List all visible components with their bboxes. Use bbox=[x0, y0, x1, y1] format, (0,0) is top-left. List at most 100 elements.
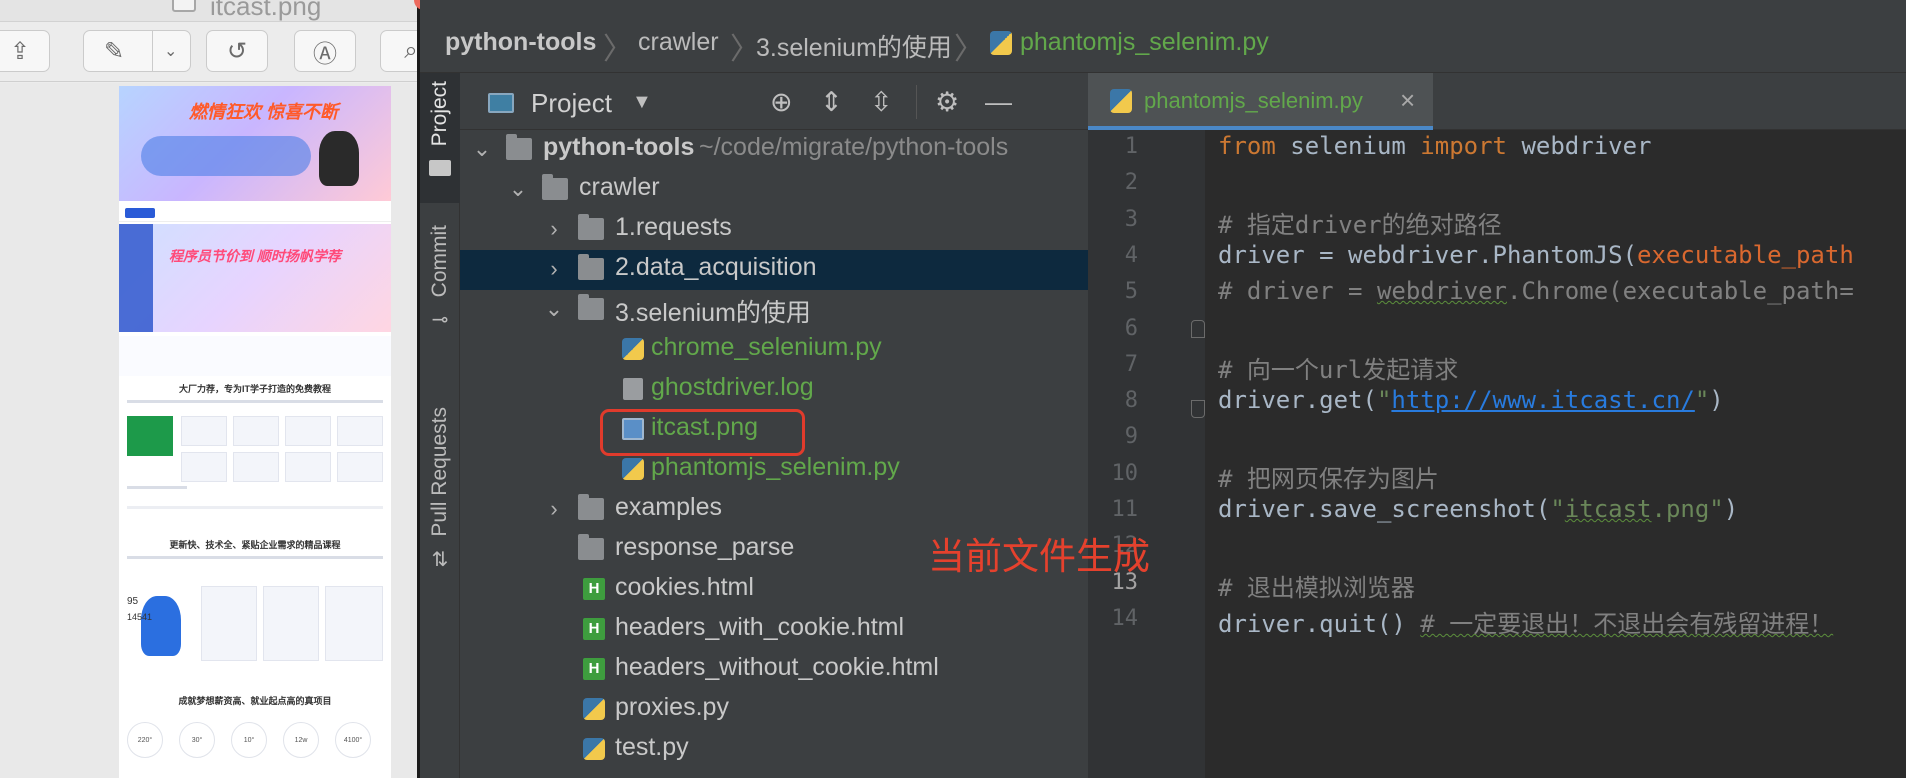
tab-project[interactable]: Project bbox=[420, 73, 460, 203]
code-line[interactable]: # 把网页保存为图片 bbox=[1218, 459, 1439, 494]
tree-item-label: 2.data_acquisition bbox=[615, 253, 817, 281]
tab-pull-requests[interactable]: Pull Requests ⇅ bbox=[420, 403, 460, 663]
code-line[interactable]: from selenium import webdriver bbox=[1218, 132, 1652, 160]
tree-item-phantomjs-selenim[interactable]: phantomjs_selenim.py bbox=[460, 450, 1088, 490]
code-line[interactable]: # 向一个url发起请求 bbox=[1218, 350, 1458, 385]
chevron-right-icon[interactable]: › bbox=[542, 496, 566, 522]
search-button[interactable]: ⌕ bbox=[380, 30, 417, 72]
thumb-stat: 10° bbox=[231, 722, 267, 758]
python-file-icon bbox=[1110, 89, 1132, 113]
tree-item-chrome-selenium[interactable]: chrome_selenium.py bbox=[460, 330, 1088, 370]
share-button[interactable]: ⇪ bbox=[0, 30, 50, 72]
tree-item-label: phantomjs_selenim.py bbox=[651, 453, 900, 481]
breadcrumb-item-project[interactable]: python-tools bbox=[445, 28, 596, 57]
preview-canvas[interactable]: 燃情狂欢 惊喜不断 程序员节价到 顺时扬帆学荐 大厂力荐，专为IT学子打造的免费… bbox=[0, 83, 417, 778]
tree-item-crawler[interactable]: ⌄ crawler bbox=[460, 170, 1088, 210]
line-number: 10 bbox=[1111, 460, 1139, 486]
thumb-heading-2: 更新快、技术全、紧贴企业需求的精品课程 bbox=[169, 540, 341, 550]
tree-item-ghostdriver-log[interactable]: ghostdriver.log bbox=[460, 370, 1088, 410]
tab-commit[interactable]: Commit ⊸ bbox=[420, 221, 460, 371]
html-file-icon: H bbox=[583, 618, 605, 640]
tree-item-label: 1.requests bbox=[615, 213, 732, 241]
preview-toolbar: ⇪ ✎ ⌄ ↺ Ⓐ ⌕ bbox=[0, 22, 417, 82]
breadcrumb-item-selenium[interactable]: 3.selenium的使用 bbox=[756, 28, 952, 64]
tree-item-headers-with-cookie[interactable]: H headers_with_cookie.html bbox=[460, 610, 1088, 650]
line-number: 7 bbox=[1124, 351, 1138, 377]
line-number: 14 bbox=[1111, 605, 1139, 631]
collapse-all-icon[interactable]: ⇳ bbox=[870, 87, 893, 117]
breadcrumb: python-tools 〉 crawler 〉 3.selenium的使用 〉… bbox=[420, 0, 1906, 73]
chevron-down-icon[interactable]: ▼ bbox=[632, 87, 652, 117]
tree-item-proxies[interactable]: proxies.py bbox=[460, 690, 1088, 730]
python-file-icon bbox=[622, 338, 644, 360]
folder-icon bbox=[542, 174, 568, 200]
tree-item-label: examples bbox=[615, 493, 722, 521]
tree-item-path-hint: ~/code/migrate/python-tools bbox=[699, 133, 1009, 161]
breadcrumb-item-file[interactable]: phantomjs_selenim.py bbox=[1020, 28, 1269, 57]
tree-item-label: test.py bbox=[615, 733, 689, 761]
breadcrumb-separator-icon: 〉 bbox=[954, 33, 984, 66]
fold-marker-icon[interactable] bbox=[1191, 400, 1205, 418]
folder-icon bbox=[578, 254, 604, 280]
chevron-down-icon[interactable]: ⌄ bbox=[542, 296, 566, 322]
code-line[interactable]: driver.get("http://www.itcast.cn/") bbox=[1218, 386, 1724, 414]
chevron-down-icon[interactable]: ⌄ bbox=[470, 136, 494, 162]
project-panel-title[interactable]: Project bbox=[531, 88, 612, 119]
line-number: 2 bbox=[1124, 170, 1138, 196]
tree-item-data-acquisition[interactable]: › 2.data_acquisition bbox=[460, 250, 1088, 290]
chevron-down-icon[interactable]: ⌄ bbox=[506, 176, 530, 202]
tree-item-selenium[interactable]: ⌄ 3.selenium的使用 bbox=[460, 290, 1088, 330]
code-line[interactable]: # 退出模拟浏览器 bbox=[1218, 568, 1415, 603]
gear-icon[interactable]: ⚙ bbox=[935, 87, 959, 117]
chevron-right-icon[interactable]: › bbox=[542, 216, 566, 242]
tab-label: phantomjs_selenim.py bbox=[1144, 88, 1363, 113]
code-editor[interactable]: 1 from selenium import webdriver 2 3 # 指定dri… bbox=[1088, 130, 1906, 778]
search-icon: ⌕ bbox=[404, 37, 417, 64]
text-file-icon bbox=[623, 378, 643, 400]
tree-item-label: chrome_selenium.py bbox=[651, 333, 882, 361]
minimize-icon[interactable]: — bbox=[985, 87, 1012, 117]
rotate-button[interactable]: ↺ bbox=[206, 30, 268, 72]
breadcrumb-item-crawler[interactable]: crawler bbox=[638, 28, 719, 57]
tree-item-label: python-tools bbox=[543, 133, 695, 161]
thumb-banner-text: 燃情狂欢 惊喜不断 bbox=[189, 102, 339, 122]
thumb-banner-top: 燃情狂欢 惊喜不断 bbox=[119, 86, 391, 201]
line-number: 3 bbox=[1124, 206, 1138, 232]
tree-item-requests[interactable]: › 1.requests bbox=[460, 210, 1088, 250]
line-number: 6 bbox=[1124, 315, 1138, 341]
fold-marker-icon[interactable] bbox=[1191, 320, 1205, 338]
close-icon[interactable]: × bbox=[1400, 85, 1415, 116]
markup-button[interactable]: ✎ ⌄ bbox=[83, 30, 191, 72]
screenshot-thumbnail: 燃情狂欢 惊喜不断 程序员节价到 顺时扬帆学荐 大厂力荐，专为IT学子打造的免费… bbox=[119, 86, 391, 778]
line-number: 4 bbox=[1124, 242, 1138, 268]
preview-window: itcast.png ⇪ ✎ ⌄ ↺ Ⓐ ⌕ 燃情狂欢 惊喜不断 程序员节价到 … bbox=[0, 0, 417, 778]
expand-all-icon[interactable]: ⇕ bbox=[820, 87, 843, 117]
annotation-text: 当前文件生成 bbox=[928, 536, 1150, 577]
python-file-icon bbox=[622, 458, 644, 480]
chevron-down-icon[interactable]: ⌄ bbox=[164, 41, 177, 61]
tab-phantomjs-selenim[interactable]: phantomjs_selenim.py × bbox=[1088, 73, 1433, 130]
thumb-counter-2: 14541 bbox=[127, 612, 153, 622]
chevron-right-icon[interactable]: › bbox=[542, 256, 566, 282]
commit-icon: ⊸ bbox=[431, 309, 449, 332]
tool-window-stripe: Project Commit ⊸ Pull Requests ⇅ bbox=[420, 73, 460, 778]
crosshair-icon[interactable]: ⊕ bbox=[770, 87, 793, 117]
annotate-button[interactable]: Ⓐ bbox=[294, 30, 356, 72]
folder-icon bbox=[578, 214, 604, 240]
tree-item-python-tools[interactable]: ⌄ python-tools ~/code/migrate/python-too… bbox=[460, 130, 1088, 170]
code-line[interactable]: # driver = webdriver.Chrome(executable_p… bbox=[1218, 277, 1854, 305]
code-line[interactable]: driver = webdriver.PhantomJS(executable_… bbox=[1218, 241, 1854, 269]
tree-item-label: response_parse bbox=[615, 533, 795, 561]
preview-title: itcast.png bbox=[210, 0, 322, 21]
tree-item-headers-without-cookie[interactable]: H headers_without_cookie.html bbox=[460, 650, 1088, 690]
tree-item-test[interactable]: test.py bbox=[460, 730, 1088, 770]
code-line[interactable]: driver.save_screenshot("itcast.png") bbox=[1218, 495, 1738, 523]
code-line[interactable]: # 指定driver的绝对路径 bbox=[1218, 205, 1502, 240]
folder-icon bbox=[578, 534, 604, 560]
thumb-banner-main: 程序员节价到 顺时扬帆学荐 bbox=[119, 224, 391, 332]
folder-icon bbox=[506, 134, 532, 160]
folder-icon bbox=[578, 294, 604, 320]
thumb-stat: 4100° bbox=[335, 722, 371, 758]
tree-item-examples[interactable]: › examples bbox=[460, 490, 1088, 530]
code-line[interactable]: driver.quit() # 一定要退出！不退出会有残留进程！ bbox=[1218, 604, 1833, 639]
